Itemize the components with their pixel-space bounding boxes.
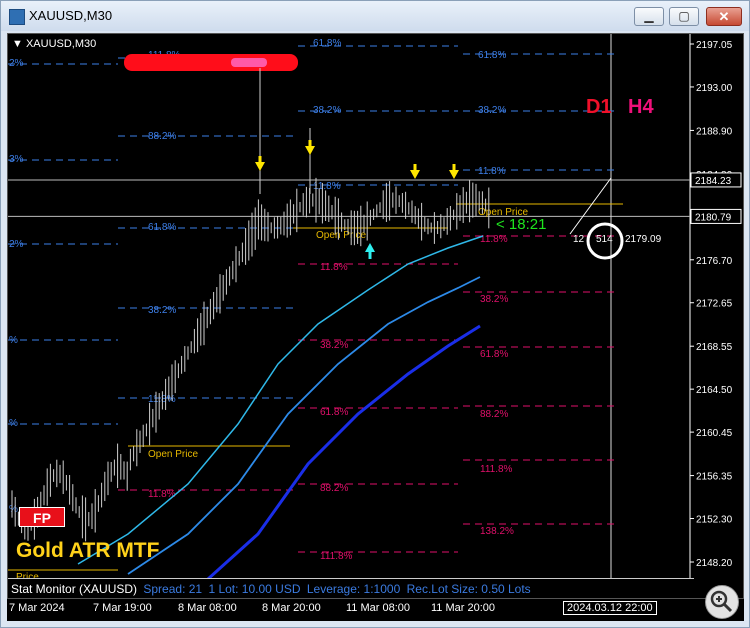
edge-level-label: 2% <box>9 58 24 69</box>
blue-fib-level-label: 61.8% <box>148 222 176 233</box>
price-tick-label: 2193.00 <box>696 83 733 94</box>
stat-monitor-bar: Stat Monitor (XAUUSD) Spread: 21 1 Lot: … <box>8 578 694 598</box>
trend-line <box>569 177 612 235</box>
blue-fib-level-label: 38.2% <box>313 105 341 116</box>
time-tick: 11 Mar 08:00 <box>346 602 411 614</box>
stat-rec-lot: Rec.Lot Size: 0.50 Lots <box>406 582 531 596</box>
pink-fib-level-label: 111.8% <box>320 551 353 562</box>
open-price-label: Open Price <box>148 449 198 460</box>
chart-window-icon <box>9 9 25 25</box>
minimize-button[interactable]: ▁ <box>634 7 664 26</box>
price-chart[interactable]: 2197.052193.002188.902184.802180.752176.… <box>7 33 744 599</box>
indicator-name-label: Gold ATR MTF <box>16 539 160 562</box>
pink-fib-level-label: 111.8% <box>480 464 513 475</box>
pink-fib-level-label: 11.8% <box>480 234 508 245</box>
time-tick: 11 Mar 20:00 <box>431 602 496 614</box>
candle-timer: < 18:21 <box>496 216 547 233</box>
timeframe-h4-label: H4 <box>628 96 654 118</box>
moving-average-slow <box>206 324 481 581</box>
stat-spread: Spread: 21 <box>143 582 203 596</box>
pink-fib-level-label: 88.2% <box>480 409 508 420</box>
blue-fib-level-label: 11.8% <box>313 181 341 192</box>
price-tick-label: 2160.45 <box>696 428 733 439</box>
price-tick-label: 2197.05 <box>696 40 733 51</box>
time-tick: 8 Mar 20:00 <box>262 602 321 614</box>
price-tick-label: 2164.50 <box>696 385 733 396</box>
chart-symbol-label: ▼ XAUUSD,M30 <box>12 38 97 50</box>
price-tick-label: 2176.70 <box>696 256 733 267</box>
blue-fib-level-label: 88.2% <box>148 131 176 142</box>
current-price-label: 2184.23 <box>695 176 732 187</box>
pink-fib-level-label: 138.2% <box>480 526 514 537</box>
price-tick-label: 2156.35 <box>696 472 733 483</box>
terminal-window: XAUUSD,M30 ▁ ▢ ✕ 2197.05 2193.00 2188.90 21… <box>0 0 750 628</box>
time-tick: 7 Mar 19:00 <box>93 602 152 614</box>
edge-level-label: % <box>9 418 18 429</box>
pink-fib-level-label: 61.8% <box>320 407 348 418</box>
sell-arrow-icon <box>255 156 265 171</box>
stat-leverage: Leverage: 1:1000 <box>306 582 401 596</box>
close-icon: ✕ <box>718 9 730 24</box>
fp-badge: FP <box>19 507 65 527</box>
pink-fib-level-label: 11.8% <box>320 262 348 273</box>
zoom-in-icon <box>710 590 733 613</box>
zoom-button[interactable] <box>705 585 739 619</box>
time-tick: 8 Mar 08:00 <box>178 602 237 614</box>
stat-lot-value: 1 Lot: 10.00 USD <box>208 582 301 596</box>
pink-fib-level-label: 38.2% <box>480 294 508 305</box>
blue-fib-level-label: 61.8% <box>478 50 506 61</box>
title-bar: XAUUSD,M30 ▁ ▢ ✕ <box>1 1 749 31</box>
sell-arrow-icon <box>410 164 420 179</box>
tick-count: 12 <box>573 234 585 245</box>
buy-arrow-icon <box>365 243 375 259</box>
price-tick-label: 2152.30 <box>696 515 733 526</box>
blue-fib-level-label: 38.2% <box>478 105 506 116</box>
timeframe-d1-label: D1 <box>586 96 612 118</box>
maximize-button[interactable]: ▢ <box>669 7 699 26</box>
edge-level-label: 3% <box>9 154 24 165</box>
maximize-icon: ▢ <box>678 9 690 23</box>
stat-monitor-label: Stat Monitor (XAUUSD) <box>11 582 138 596</box>
pink-fib-level-label: 88.2% <box>320 483 348 494</box>
edge-level-label: 2% <box>9 239 24 250</box>
pink-fib-level-label: 38.2% <box>320 340 348 351</box>
blue-fib-level-label: 11.8% <box>478 166 506 177</box>
price-tick-label: 2168.55 <box>696 342 733 353</box>
minimize-icon: ▁ <box>644 9 654 23</box>
circle-value: 514 <box>596 234 613 245</box>
price-tick-label: 2172.65 <box>696 299 733 310</box>
current-price-label: 2180.79 <box>695 212 732 223</box>
blue-fib-level-label: 61.8% <box>313 38 341 49</box>
cursor-time-label: 2024.03.12 22:00 <box>563 601 657 615</box>
chart-symbol-text: XAUUSD,M30 <box>25 38 97 50</box>
pink-highlight-pill <box>231 58 267 67</box>
moving-average-fast <box>77 235 484 565</box>
sell-arrow-icon <box>449 164 459 179</box>
close-button[interactable]: ✕ <box>706 7 742 26</box>
pink-fib-level-label: 61.8% <box>480 349 508 360</box>
window-title: XAUUSD,M30 <box>29 8 113 23</box>
edge-level-label: % <box>9 335 18 346</box>
blue-fib-level-label: 38.2% <box>148 305 176 316</box>
time-tick: 7 Mar 2024 <box>9 602 65 614</box>
edge-level-label: % <box>9 504 18 515</box>
moving-average-mid <box>127 276 481 575</box>
price-tick-label: 2148.20 <box>696 558 733 569</box>
price-tick-label: 2188.90 <box>696 126 733 137</box>
time-axis: 7 Mar 2024 7 Mar 19:00 8 Mar 08:00 8 Mar… <box>7 599 744 621</box>
red-highlight-bar <box>124 54 298 71</box>
sell-arrow-icon <box>305 140 315 155</box>
price-readout: 2179.09 <box>625 234 662 245</box>
